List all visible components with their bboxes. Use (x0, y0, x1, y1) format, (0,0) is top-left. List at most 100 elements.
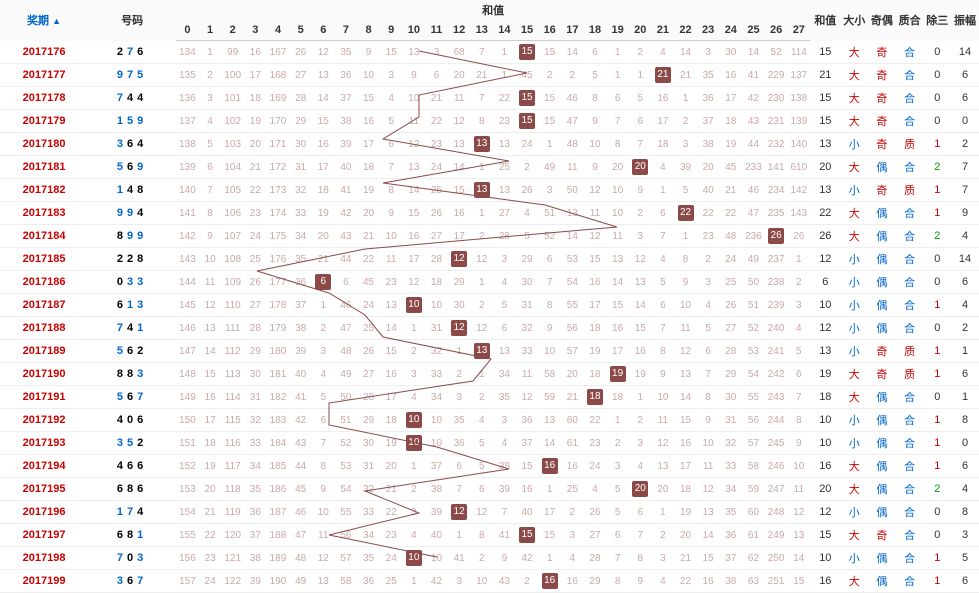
sum-cell-21: 2 (652, 524, 675, 547)
sum-cell-25: 41 (742, 64, 765, 87)
amp-value: 0 (951, 110, 979, 133)
period-cell: 2017186 (0, 271, 88, 294)
sum-cell-10: 14 (403, 179, 426, 202)
sum-cell-21: 4 (652, 156, 675, 179)
sum-cell-27: 12 (787, 501, 810, 524)
amp-value: 1 (951, 340, 979, 363)
primecomp-value: 合 (896, 202, 924, 225)
sum-cell-27: 139 (787, 110, 810, 133)
sum-cell-2: 103 (221, 133, 244, 156)
sum-cell-15: 37 (516, 432, 539, 455)
sum-cell-15: 24 (516, 133, 539, 156)
sum-cell-13: 1 (470, 363, 493, 386)
sum-cell-15: 5 (516, 225, 539, 248)
sum-cell-23: 5 (697, 317, 720, 340)
sum-cell-16: 13 (538, 409, 561, 432)
sum-cell-6: 7 (312, 432, 335, 455)
sum-cell-15: 15 (516, 41, 539, 64)
sum-cell-12: 36 (448, 432, 471, 455)
sum-cell-7: 55 (335, 501, 358, 524)
sum-cell-15: 15 (516, 110, 539, 133)
sum-cell-18: 18 (584, 363, 607, 386)
sum-cell-13: 1 (470, 202, 493, 225)
sum-cell-0: 144 (176, 271, 199, 294)
sum-value: 20 (810, 156, 840, 179)
sum-cell-17: 4 (561, 547, 584, 570)
col-sum[interactable]: 和值 (810, 0, 840, 41)
sum-cell-25: 61 (742, 524, 765, 547)
col-oddeven[interactable]: 奇偶 (868, 0, 896, 41)
amp-value: 9 (951, 202, 979, 225)
sum-cell-13: 2 (470, 294, 493, 317)
col-bigsmall[interactable]: 大小 (840, 0, 868, 41)
sum-cell-14: 25 (493, 156, 516, 179)
sum-cell-6: 11 (312, 524, 335, 547)
sum-cell-16: 16 (538, 455, 561, 478)
number-cell: 148 (88, 179, 176, 202)
sum-cell-10: 12 (403, 133, 426, 156)
sum-cell-16: 52 (538, 225, 561, 248)
sum-cell-6: 17 (312, 156, 335, 179)
sum-cell-17: 13 (561, 202, 584, 225)
sum-cell-25: 51 (742, 294, 765, 317)
col-number[interactable]: 号码 (88, 0, 176, 41)
sum-cell-18: 19 (584, 340, 607, 363)
col-mod3[interactable]: 除三 (923, 0, 951, 41)
sum-cell-0: 136 (176, 87, 199, 110)
sum-cell-14: 38 (493, 455, 516, 478)
col-sum-11: 11 (425, 20, 448, 41)
sum-cell-22: 9 (674, 271, 697, 294)
col-amp[interactable]: 振幅 (951, 0, 979, 41)
sum-cell-6: 6 (312, 271, 335, 294)
sum-cell-17: 2 (561, 64, 584, 87)
sum-cell-22: 20 (674, 524, 697, 547)
sum-cell-5: 34 (289, 225, 312, 248)
sum-cell-18: 29 (584, 570, 607, 593)
sum-cell-0: 155 (176, 524, 199, 547)
col-primecomp[interactable]: 质合 (896, 0, 924, 41)
col-sum-25: 25 (742, 20, 765, 41)
sum-cell-18: 9 (584, 156, 607, 179)
sum-cell-16: 10 (538, 340, 561, 363)
sum-cell-9: 11 (380, 248, 403, 271)
col-sum-18: 18 (584, 20, 607, 41)
sum-cell-8: 27 (357, 363, 380, 386)
sum-cell-27: 610 (787, 156, 810, 179)
sum-cell-26: 230 (765, 87, 788, 110)
mod3-value: 1 (923, 363, 951, 386)
sum-cell-20: 8 (629, 547, 652, 570)
amp-value: 6 (951, 455, 979, 478)
sum-cell-2: 101 (221, 87, 244, 110)
sum-cell-15: 26 (516, 179, 539, 202)
mod3-value: 0 (923, 386, 951, 409)
sum-cell-17: 48 (561, 133, 584, 156)
col-sum-23: 23 (697, 20, 720, 41)
sum-cell-9: 23 (380, 271, 403, 294)
sum-cell-17: 57 (561, 340, 584, 363)
sum-cell-10: 2 (403, 478, 426, 501)
sum-cell-23: 6 (697, 340, 720, 363)
sum-cell-19: 6 (606, 524, 629, 547)
period-cell: 2017190 (0, 363, 88, 386)
col-period[interactable]: 奖期 ▲ (0, 0, 88, 41)
sum-cell-3: 17 (244, 64, 267, 87)
sum-cell-1: 12 (199, 294, 222, 317)
bigsmall-value: 大 (840, 156, 868, 179)
sum-cell-27: 14 (787, 547, 810, 570)
primecomp-value: 质 (896, 133, 924, 156)
sum-cell-5: 41 (289, 386, 312, 409)
sum-cell-26: 229 (765, 64, 788, 87)
sum-cell-11: 10 (425, 432, 448, 455)
sum-cell-26: 246 (765, 455, 788, 478)
sum-cell-16: 51 (538, 202, 561, 225)
table-row: 2017187613145121102717837146241310103025… (0, 294, 979, 317)
table-row: 2017194466152191173418544853312013765381… (0, 455, 979, 478)
sum-cell-0: 138 (176, 133, 199, 156)
sum-cell-1: 6 (199, 156, 222, 179)
sum-cell-27: 9 (787, 432, 810, 455)
mod3-value: 0 (923, 110, 951, 133)
sum-cell-5: 29 (289, 110, 312, 133)
sum-cell-9: 13 (380, 294, 403, 317)
sum-cell-9: 21 (380, 478, 403, 501)
sum-value: 10 (810, 294, 840, 317)
